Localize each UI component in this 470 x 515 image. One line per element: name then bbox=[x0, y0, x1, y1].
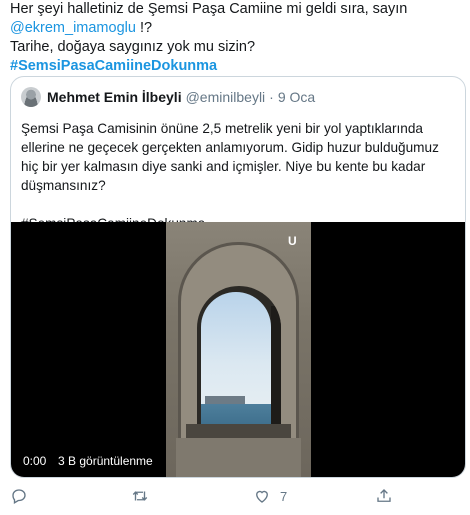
video-frame: U bbox=[166, 222, 311, 477]
avatar[interactable] bbox=[21, 87, 41, 107]
tweet-body: Her şeyi halletiniz de Şemsi Paşa Camiin… bbox=[10, 0, 465, 76]
retweet-icon bbox=[132, 491, 148, 501]
quoted-tweet-card[interactable]: Mehmet Emin İlbeyli @eminilbeyli · 9 Oca… bbox=[10, 76, 466, 478]
share-icon bbox=[377, 489, 391, 502]
quoted-author-name[interactable]: Mehmet Emin İlbeyli bbox=[47, 89, 182, 105]
quoted-tweet-paragraph: Şemsi Paşa Camisinin önüne 2,5 metrelik … bbox=[21, 121, 439, 193]
tweet-line-3: Tarihe, doğaya saygınız yok mu sizin? bbox=[10, 39, 256, 55]
reply-button[interactable] bbox=[10, 484, 28, 508]
header-separator: · bbox=[269, 89, 274, 105]
quoted-author-handle[interactable]: @eminilbeyli bbox=[186, 89, 266, 105]
reply-icon bbox=[12, 489, 26, 504]
video-player[interactable]: U 0:00 3 B görüntülenme bbox=[11, 222, 465, 477]
tweet-line-2: @ekrem_imamoglu !? bbox=[10, 19, 465, 38]
video-time: 0:00 bbox=[23, 454, 47, 468]
share-button[interactable] bbox=[375, 484, 393, 508]
like-icon bbox=[256, 490, 268, 503]
quoted-tweet-body: Şemsi Paşa Camisinin önüne 2,5 metrelik … bbox=[21, 119, 459, 233]
mention-suffix: !? bbox=[135, 20, 153, 36]
quoted-tweet-date[interactable]: 9 Oca bbox=[278, 89, 315, 105]
video-views: 3 B görüntülenme bbox=[58, 454, 153, 468]
retweet-button[interactable] bbox=[131, 484, 149, 508]
corner-mark: U bbox=[288, 234, 297, 248]
like-count: 7 bbox=[280, 488, 288, 504]
like-button[interactable]: 7 bbox=[253, 484, 287, 508]
tweet-actions: 7 bbox=[0, 484, 470, 508]
tweet-line-1: Her şeyi halletiniz de Şemsi Paşa Camiin… bbox=[10, 1, 408, 17]
quoted-tweet-header: Mehmet Emin İlbeyli @eminilbeyli · 9 Oca bbox=[21, 87, 315, 107]
mention-link[interactable]: @ekrem_imamoglu bbox=[10, 20, 136, 36]
tweet-hashtag[interactable]: #SemsiPasaCamiineDokunma bbox=[10, 57, 465, 76]
